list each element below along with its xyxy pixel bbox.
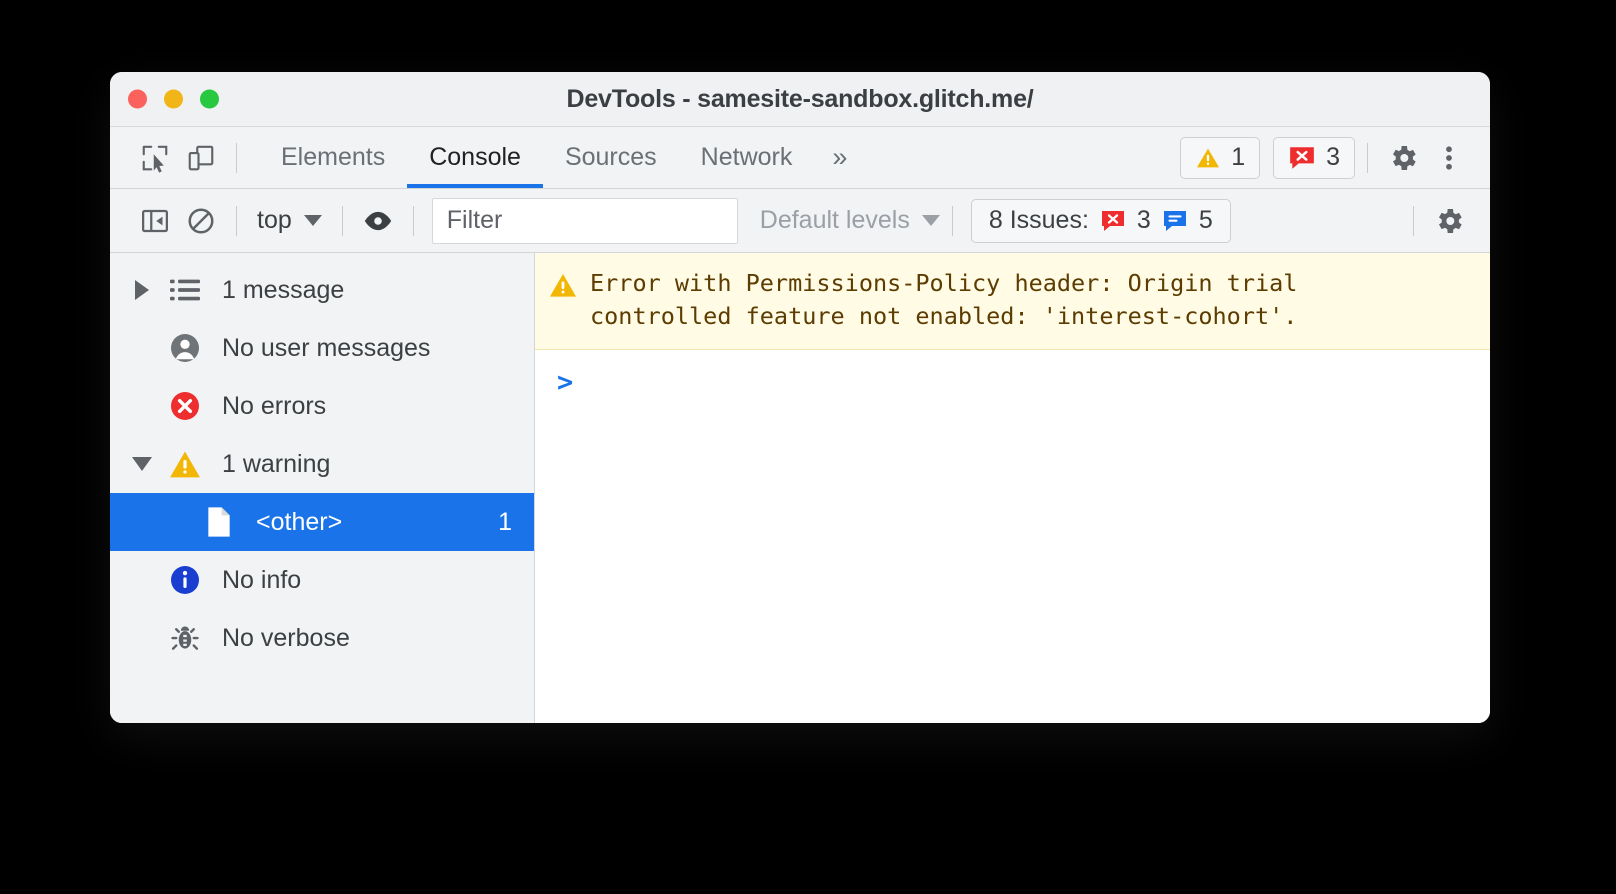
tabbar-divider-2 (1367, 142, 1368, 173)
sidebar-item-label: No user messages (222, 333, 431, 362)
info-bubble-icon (1163, 210, 1186, 231)
tab-network-label: Network (700, 143, 793, 171)
file-icon (196, 506, 242, 538)
twisty-collapsed[interactable] (128, 280, 156, 300)
tabbar-right-group: 1 3 (1167, 135, 1472, 181)
error-circle-icon (162, 390, 208, 422)
bug-icon (162, 623, 208, 653)
console-toolbar-divider-4 (951, 205, 953, 236)
console-toolbar-right-group (1401, 198, 1472, 244)
settings-button[interactable] (1380, 135, 1426, 181)
sidebar-item-label: No errors (222, 391, 327, 420)
tab-console[interactable]: Console (407, 127, 543, 188)
sidebar-item-user-messages[interactable]: No user messages (110, 319, 534, 377)
inspect-element-button[interactable] (132, 135, 178, 181)
execution-context-label: top (257, 206, 292, 234)
warning-triangle-icon (1197, 148, 1220, 167)
devtools-tabbar: Elements Console Sources Network » 1 3 (110, 127, 1490, 189)
console-prompt[interactable]: > (535, 350, 1490, 402)
sidebar-item-label: <other> (256, 507, 343, 536)
close-window-button[interactable] (128, 89, 147, 109)
console-sidebar: 1 message No user messages No errors 1 w… (110, 253, 535, 723)
inspect-element-icon (142, 145, 168, 173)
traffic-light-group (128, 89, 219, 109)
chevron-down-icon (303, 215, 322, 226)
more-vertical-icon (1446, 145, 1452, 170)
twisty-expanded[interactable] (128, 457, 156, 471)
list-icon (162, 277, 208, 303)
error-bubble-icon (1101, 210, 1124, 231)
user-icon (162, 332, 208, 364)
tab-console-label: Console (429, 143, 521, 171)
tab-elements-label: Elements (281, 143, 386, 171)
tabbar-divider-1 (236, 142, 237, 173)
sidebar-item-info[interactable]: No info (110, 551, 534, 609)
console-toolbar-divider-1 (236, 205, 237, 236)
sidebar-item-count: 1 (498, 507, 512, 536)
window-title: DevTools - samesite-sandbox.glitch.me/ (566, 84, 1034, 113)
device-toolbar-icon (188, 145, 214, 170)
triangle-down-icon (132, 457, 152, 471)
console-sidebar-toggle-button[interactable] (132, 198, 178, 244)
clear-console-icon (188, 208, 214, 233)
warning-count-button[interactable]: 1 (1180, 136, 1261, 179)
sidebar-item-label: 1 warning (222, 449, 331, 478)
console-toolbar-divider-5 (1413, 205, 1414, 236)
filter-input[interactable] (431, 197, 738, 244)
more-options-button[interactable] (1426, 135, 1472, 181)
issues-label: 8 Issues: (988, 206, 1089, 234)
more-tabs-button[interactable]: » (814, 144, 865, 171)
issues-error-count: 3 (1136, 206, 1151, 234)
maximize-window-button[interactable] (200, 89, 219, 109)
console-sidebar-toggle-icon (142, 209, 168, 232)
console-body: 1 message No user messages No errors 1 w… (110, 253, 1490, 723)
device-toolbar-button[interactable] (178, 135, 224, 181)
log-levels-selector[interactable]: Default levels (760, 206, 940, 235)
info-circle-icon (162, 564, 208, 596)
issues-button[interactable]: 8 Issues: 3 5 (970, 198, 1231, 243)
error-bubble-icon (1290, 146, 1314, 169)
console-toolbar: top Default levels 8 Issues: (110, 189, 1490, 253)
warning-count-label: 1 (1231, 143, 1246, 171)
error-count-label: 3 (1326, 143, 1340, 171)
console-settings-button[interactable] (1426, 198, 1472, 244)
triangle-right-icon (135, 280, 149, 300)
log-levels-label: Default levels (759, 206, 910, 234)
eye-icon (364, 211, 391, 230)
console-settings-gear-icon (1439, 208, 1462, 233)
window-titlebar: DevTools - samesite-sandbox.glitch.me/ (110, 72, 1490, 127)
sidebar-item-verbose[interactable]: No verbose (110, 609, 534, 667)
execution-context-selector[interactable]: top (249, 206, 330, 235)
sidebar-item-label: 1 message (222, 275, 345, 304)
tab-network[interactable]: Network (679, 127, 815, 188)
error-count-button[interactable]: 3 (1273, 136, 1355, 179)
tab-sources[interactable]: Sources (543, 127, 679, 188)
prompt-chevron-icon: > (557, 366, 574, 398)
sidebar-item-label: No info (222, 565, 302, 594)
gear-icon (1393, 145, 1416, 170)
tab-sources-label: Sources (564, 143, 657, 171)
console-message-text: Error with Permissions-Policy header: Or… (590, 269, 1298, 330)
sidebar-item-label: No verbose (222, 623, 350, 652)
console-output: Error with Permissions-Policy header: Or… (535, 253, 1490, 723)
sidebar-item-errors[interactable]: No errors (110, 377, 534, 435)
sidebar-item-other[interactable]: <other> 1 (110, 493, 534, 551)
console-toolbar-divider-2 (341, 205, 343, 236)
tab-elements[interactable]: Elements (259, 127, 407, 188)
devtools-window: DevTools - samesite-sandbox.glitch.me/ E… (110, 72, 1490, 723)
sidebar-item-warnings[interactable]: 1 warning (110, 435, 534, 493)
chevron-down-icon (921, 215, 940, 226)
warning-triangle-icon (549, 274, 577, 297)
minimize-window-button[interactable] (164, 89, 183, 109)
screenshot-root: DevTools - samesite-sandbox.glitch.me/ E… (0, 0, 1616, 894)
console-message-warning[interactable]: Error with Permissions-Policy header: Or… (535, 253, 1490, 350)
console-toolbar-divider-3 (412, 205, 414, 236)
live-expression-button[interactable] (355, 198, 401, 244)
sidebar-item-messages[interactable]: 1 message (110, 261, 534, 319)
panel-tab-list: Elements Console Sources Network » (259, 127, 865, 188)
issues-info-count: 5 (1198, 206, 1213, 234)
clear-console-button[interactable] (178, 198, 224, 244)
warning-triangle-icon (162, 449, 208, 479)
